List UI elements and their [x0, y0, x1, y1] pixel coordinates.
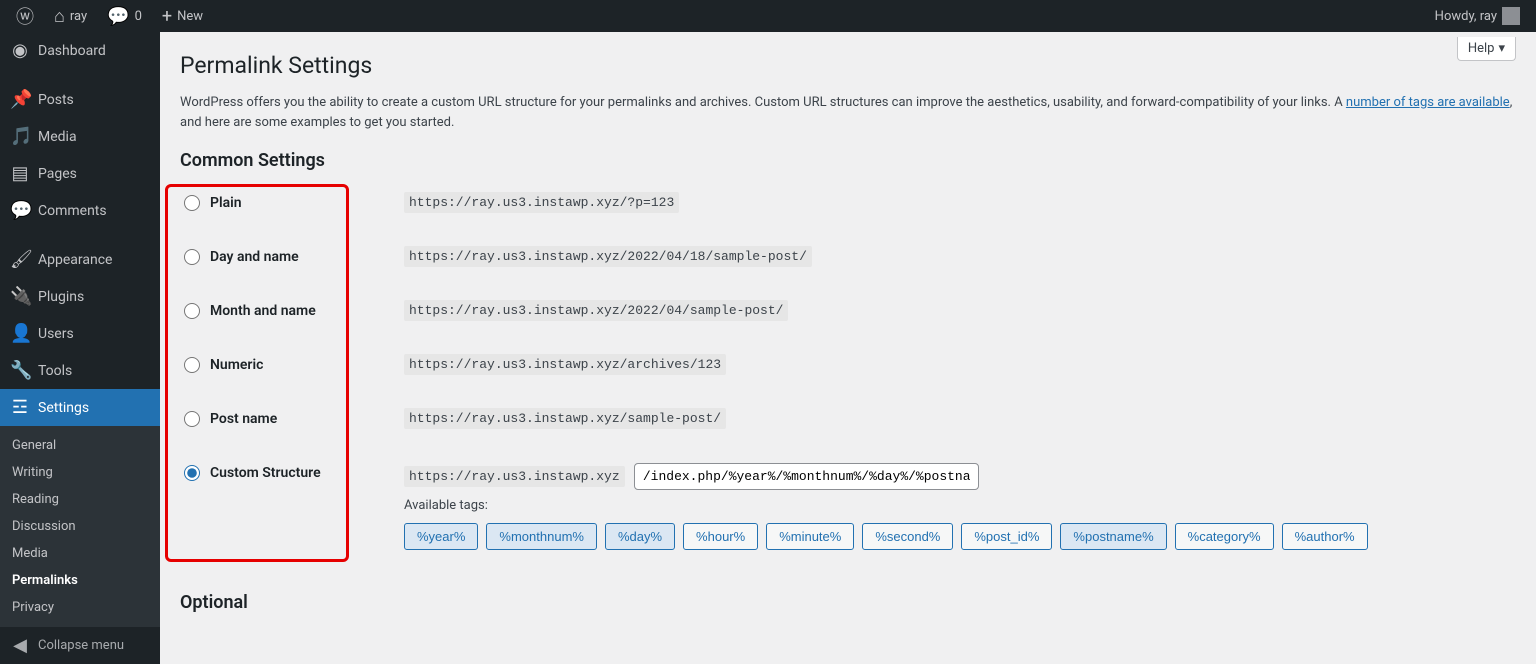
pin-icon: 📌: [10, 89, 30, 110]
menu-tools[interactable]: 🔧Tools: [0, 352, 160, 389]
permalink-options-table: Plain https://ray.us3.instawp.xyz/?p=123…: [180, 175, 1516, 568]
submenu-general[interactable]: General: [0, 432, 160, 459]
new-label: New: [177, 9, 203, 24]
menu-users[interactable]: 👤Users: [0, 315, 160, 352]
custom-structure-input[interactable]: [634, 463, 979, 490]
example-post-name: https://ray.us3.instawp.xyz/sample-post/: [404, 408, 726, 429]
submenu-media[interactable]: Media: [0, 540, 160, 567]
new-content-link[interactable]: + New: [154, 0, 211, 32]
radio-post-name[interactable]: [184, 411, 200, 427]
avatar: [1502, 7, 1520, 25]
admin-sidebar: ◉Dashboard 📌Posts 🎵Media ▤Pages 💬Comment…: [0, 32, 160, 664]
menu-appearance[interactable]: 🖌Appearance: [0, 241, 160, 278]
sliders-icon: ☲: [10, 397, 30, 418]
tag-button[interactable]: %post_id%: [961, 523, 1052, 550]
option-month-name[interactable]: Month and name: [184, 303, 396, 319]
submenu-reading[interactable]: Reading: [0, 486, 160, 513]
wrench-icon: 🔧: [10, 360, 30, 381]
submenu-discussion[interactable]: Discussion: [0, 513, 160, 540]
collapse-icon: ◀: [10, 635, 30, 656]
submenu-permalinks[interactable]: Permalinks: [0, 567, 160, 594]
dashboard-icon: ◉: [10, 40, 30, 61]
menu-posts[interactable]: 📌Posts: [0, 81, 160, 118]
option-numeric[interactable]: Numeric: [184, 357, 396, 373]
media-icon: 🎵: [10, 126, 30, 147]
main-content: Help▾ Permalink Settings WordPress offer…: [160, 32, 1536, 664]
menu-dashboard[interactable]: ◉Dashboard: [0, 32, 160, 69]
radio-numeric[interactable]: [184, 357, 200, 373]
example-numeric: https://ray.us3.instawp.xyz/archives/123: [404, 354, 726, 375]
radio-custom[interactable]: [184, 465, 200, 481]
example-month-name: https://ray.us3.instawp.xyz/2022/04/samp…: [404, 300, 788, 321]
tag-button[interactable]: %hour%: [683, 523, 758, 550]
tag-button[interactable]: %day%: [605, 523, 675, 550]
menu-media[interactable]: 🎵Media: [0, 118, 160, 155]
tag-button[interactable]: %minute%: [766, 523, 854, 550]
tag-button[interactable]: %monthnum%: [486, 523, 597, 550]
common-settings-heading: Common Settings: [180, 150, 1516, 171]
comment-icon: 💬: [10, 200, 30, 221]
option-custom[interactable]: Custom Structure: [184, 465, 396, 481]
custom-prefix: https://ray.us3.instawp.xyz: [404, 466, 625, 487]
intro-text: WordPress offers you the ability to crea…: [180, 93, 1516, 132]
user-icon: 👤: [10, 323, 30, 344]
collapse-menu[interactable]: ◀Collapse menu: [0, 627, 160, 664]
tag-button[interactable]: %postname%: [1060, 523, 1166, 550]
wp-logo[interactable]: ⓦ: [8, 0, 42, 32]
tags-row: %year% %monthnum% %day% %hour% %minute% %seco…: [404, 523, 1512, 550]
menu-pages[interactable]: ▤Pages: [0, 155, 160, 192]
tag-button[interactable]: %year%: [404, 523, 478, 550]
menu-plugins[interactable]: 🔌Plugins: [0, 278, 160, 315]
tag-button[interactable]: %second%: [862, 523, 953, 550]
wordpress-icon: ⓦ: [16, 3, 34, 29]
site-link[interactable]: ⌂ ray: [46, 0, 95, 32]
plug-icon: 🔌: [10, 286, 30, 307]
home-icon: ⌂: [54, 6, 65, 27]
optional-heading: Optional: [180, 592, 1516, 613]
admin-topbar: ⓦ ⌂ray 💬0 +New Howdy, ray: [0, 0, 1536, 32]
howdy-text: Howdy, ray: [1435, 9, 1497, 24]
page-title: Permalink Settings: [180, 32, 1516, 85]
howdy-link[interactable]: Howdy, ray: [1427, 0, 1528, 32]
example-day-name: https://ray.us3.instawp.xyz/2022/04/18/s…: [404, 246, 812, 267]
settings-submenu: General Writing Reading Discussion Media…: [0, 426, 160, 627]
site-name: ray: [70, 9, 87, 24]
comment-count: 0: [135, 9, 142, 24]
plus-icon: +: [162, 6, 172, 27]
help-tab[interactable]: Help▾: [1457, 37, 1516, 61]
tags-link[interactable]: number of tags are available: [1346, 95, 1510, 110]
radio-day-name[interactable]: [184, 249, 200, 265]
radio-month-name[interactable]: [184, 303, 200, 319]
chevron-down-icon: ▾: [1498, 41, 1505, 56]
brush-icon: 🖌: [10, 249, 30, 270]
tag-button[interactable]: %category%: [1175, 523, 1274, 550]
submenu-privacy[interactable]: Privacy: [0, 594, 160, 621]
available-tags-label: Available tags:: [404, 498, 1512, 513]
option-post-name[interactable]: Post name: [184, 411, 396, 427]
radio-plain[interactable]: [184, 195, 200, 211]
menu-settings[interactable]: ☲Settings: [0, 389, 160, 426]
page-icon: ▤: [10, 163, 30, 184]
submenu-writing[interactable]: Writing: [0, 459, 160, 486]
option-day-name[interactable]: Day and name: [184, 249, 396, 265]
option-plain[interactable]: Plain: [184, 195, 396, 211]
comments-link[interactable]: 💬0: [99, 0, 150, 32]
example-plain: https://ray.us3.instawp.xyz/?p=123: [404, 192, 679, 213]
menu-comments[interactable]: 💬Comments: [0, 192, 160, 229]
tag-button[interactable]: %author%: [1282, 523, 1368, 550]
comment-icon: 💬: [107, 6, 129, 27]
